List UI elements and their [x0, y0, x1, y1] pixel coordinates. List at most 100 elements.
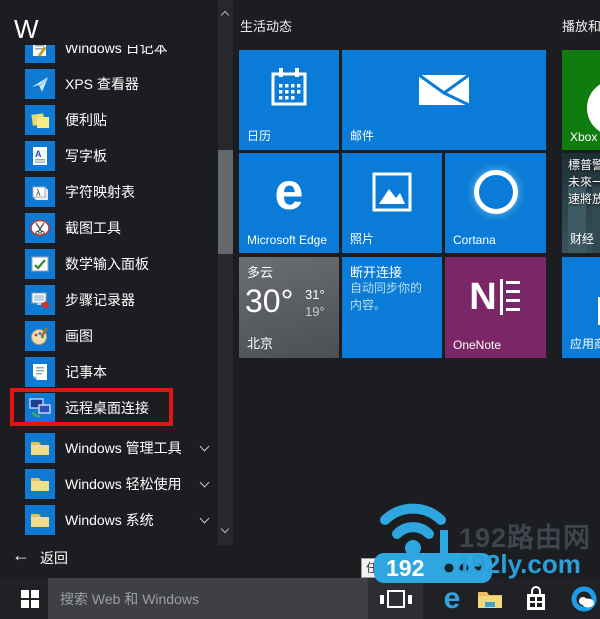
tile-calendar[interactable]: 日历 [239, 50, 339, 150]
app-item-windows-journal[interactable]: Windows 日记本 [25, 45, 215, 63]
windows-logo-icon [21, 589, 39, 608]
app-item-label: 截图工具 [65, 220, 121, 236]
app-item-notepad[interactable]: 记事本 [25, 357, 215, 387]
edge-e-icon: e [274, 163, 304, 221]
app-item-label: 便利贴 [65, 112, 107, 128]
app-item-label: 数学输入面板 [65, 256, 149, 272]
tile-store[interactable]: 应用商店 [562, 257, 600, 358]
calendar-icon [239, 50, 339, 128]
folder-icon [25, 469, 55, 499]
taskview-icon [379, 589, 412, 608]
watermark-brand: 192路由网 [459, 523, 592, 553]
back-button[interactable]: ← 返回 [0, 544, 200, 570]
scroll-down-icon[interactable] [220, 524, 230, 534]
wordpad-icon: A [25, 141, 55, 171]
paint-icon [25, 321, 55, 351]
tile-sync-status[interactable]: 断开连接 自动同步你的内容。 [342, 257, 442, 358]
taskbar: e [0, 578, 600, 619]
tile-label: 日历 [247, 129, 272, 143]
tile-finance[interactable]: 標普警 未來一 速將放 财经 [562, 153, 600, 253]
app-item-label: Windows 日记本 [65, 45, 168, 56]
highlight-annotation-box [10, 388, 173, 426]
weather-low: 19° [305, 304, 325, 319]
weather-high: 31° [305, 287, 325, 302]
apps-section-letter: W [14, 14, 39, 44]
photos-icon [342, 153, 442, 231]
tile-label: 应用商店 [570, 337, 600, 351]
app-item-label: 步骤记录器 [65, 292, 135, 308]
app-item-label: 写字板 [65, 148, 107, 164]
tile-mail[interactable]: 邮件 [342, 50, 546, 150]
svg-text:A: A [35, 149, 42, 159]
store-icon[interactable] [514, 578, 558, 619]
start-menu-screen: W Windows 日记本 XPS 查看器 便利贴 A 写字板 λ 字符映射表 … [0, 0, 600, 619]
tile-label: Microsoft Edge [247, 233, 328, 247]
folder-item-label: Windows 系统 [65, 512, 154, 528]
cloud-browser-icon[interactable] [562, 578, 600, 619]
app-item-steps-recorder[interactable]: 步骤记录器 [25, 285, 215, 315]
notepad-icon [25, 357, 55, 387]
folder-item-label: Windows 管理工具 [65, 440, 182, 456]
app-item-label: 画图 [65, 328, 93, 344]
weather-city: 北京 [247, 336, 274, 351]
steps-recorder-icon [25, 285, 55, 315]
start-button[interactable] [10, 578, 50, 619]
tile-label: OneNote [453, 338, 502, 352]
sync-title: 断开连接 [350, 265, 403, 280]
app-item-label: 字符映射表 [65, 184, 135, 200]
scroll-up-icon[interactable] [220, 10, 230, 20]
app-item-paint[interactable]: 画图 [25, 321, 215, 351]
mail-icon [342, 50, 546, 128]
cortana-ring-icon [473, 170, 518, 214]
app-item-xps-viewer[interactable]: XPS 查看器 [25, 69, 215, 99]
folder-item-windows-ease-of-access[interactable]: Windows 轻松使用 [25, 469, 215, 499]
chevron-down-icon[interactable] [199, 513, 210, 524]
tile-xbox[interactable]: Xbox [562, 50, 600, 150]
xbox-sphere-icon [587, 80, 600, 136]
character-map-icon: λ [25, 177, 55, 207]
scrollbar-thumb[interactable] [218, 150, 233, 254]
tile-label: 财经 [570, 232, 595, 246]
app-item-wordpad[interactable]: A 写字板 [25, 141, 215, 171]
tile-onenote[interactable]: N OneNote [445, 257, 546, 358]
tile-group-header-life: 生活动态 [240, 19, 293, 34]
folder-item-windows-admin-tools[interactable]: Windows 管理工具 [25, 433, 215, 463]
app-item-sticky-notes[interactable]: 便利贴 [25, 105, 215, 135]
svg-text:λ: λ [36, 188, 41, 198]
tile-microsoft-edge[interactable]: e Microsoft Edge [239, 153, 339, 253]
chevron-down-icon[interactable] [199, 477, 210, 488]
app-item-math-input-panel[interactable]: 数学输入面板 [25, 249, 215, 279]
taskview-tooltip: 任 [361, 558, 433, 578]
app-item-label: 记事本 [65, 364, 107, 380]
sync-body: 自动同步你的内容。 [350, 281, 423, 312]
search-input[interactable] [48, 578, 368, 619]
tile-weather[interactable]: 多云 30° 31° 19° 北京 [239, 257, 339, 358]
app-item-snipping-tool[interactable]: 截图工具 [25, 213, 215, 243]
watermark-site: 192ly.com [457, 549, 581, 579]
tile-cortana[interactable]: Cortana [445, 153, 546, 253]
apps-list: Windows 日记本 XPS 查看器 便利贴 A 写字板 λ 字符映射表 截图… [0, 45, 218, 545]
store-bag-icon [592, 283, 600, 336]
tile-label: 邮件 [350, 129, 375, 143]
sticky-notes-icon [25, 105, 55, 135]
apps-scrollbar[interactable] [218, 0, 233, 545]
tile-label: Cortana [453, 233, 496, 247]
snipping-tool-icon [25, 213, 55, 243]
weather-temperature: 30° [245, 283, 294, 319]
app-item-character-map[interactable]: λ 字符映射表 [25, 177, 215, 207]
folder-item-windows-system[interactable]: Windows 系统 [25, 505, 215, 535]
file-explorer-icon[interactable] [468, 578, 512, 619]
onenote-n-icon: N [445, 257, 546, 336]
tile-group-header-play: 播放和浏览 [562, 19, 600, 34]
taskview-button[interactable] [368, 578, 423, 619]
back-arrow-icon: ← [12, 545, 30, 565]
tile-label: 照片 [350, 232, 375, 246]
windows-journal-icon [25, 45, 55, 63]
finance-headline: 標普警 未來一 速將放 [568, 158, 600, 206]
xps-viewer-icon [25, 69, 55, 99]
app-item-label: XPS 查看器 [65, 76, 139, 92]
back-label: 返回 [40, 550, 68, 566]
folder-icon [25, 505, 55, 535]
chevron-down-icon[interactable] [199, 441, 210, 452]
tile-photos[interactable]: 照片 [342, 153, 442, 253]
